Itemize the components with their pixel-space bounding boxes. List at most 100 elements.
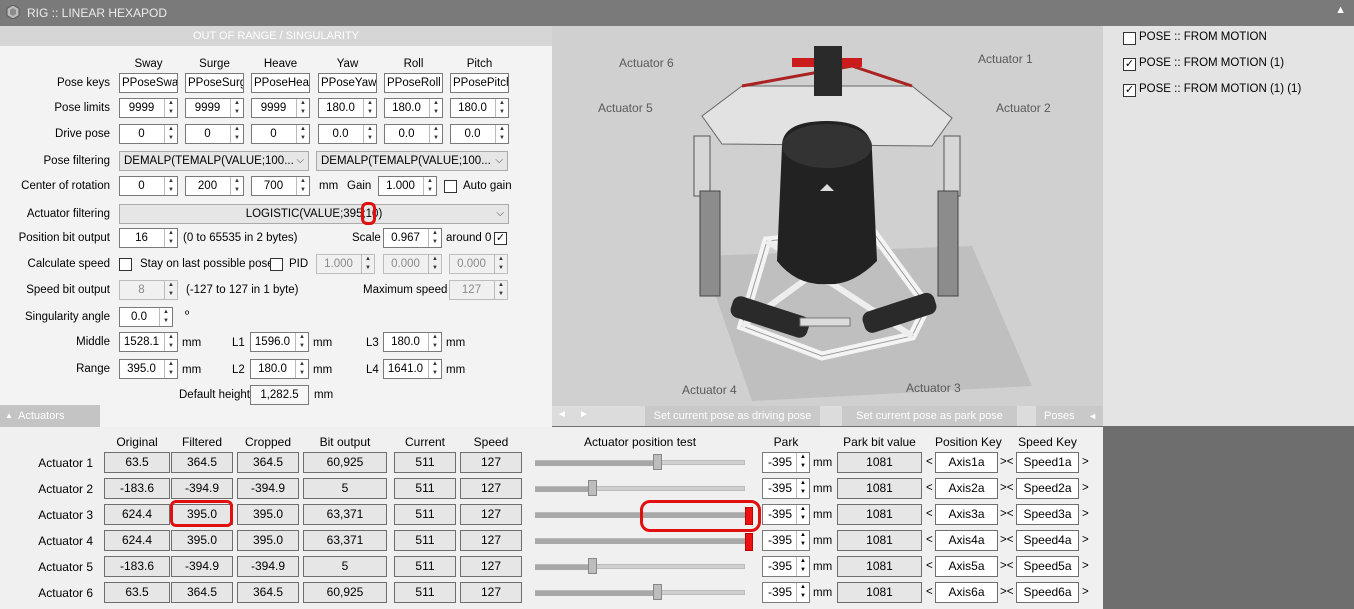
spin-arrows-icon[interactable]: ▲ ▼: [164, 125, 177, 143]
spin-arrows-icon[interactable]: ▲ ▼: [361, 255, 374, 273]
spin-arrows-icon[interactable]: ▲ ▼: [159, 308, 172, 326]
spin-arrows-icon[interactable]: ▲ ▼: [429, 99, 442, 117]
spin-arrows-icon[interactable]: ▲ ▼: [296, 177, 309, 195]
park-spinbox[interactable]: -395 ▲ ▼: [762, 452, 810, 473]
spin-arrows-icon[interactable]: ▲ ▼: [230, 125, 243, 143]
pose-checkbox[interactable]: ✓: [1123, 58, 1136, 71]
spin-arrows-icon[interactable]: ▲ ▼: [164, 177, 177, 195]
position-test-slider[interactable]: [535, 529, 757, 553]
position-bit-spinbox[interactable]: 16 ▲ ▼: [119, 228, 178, 248]
slider-thumb[interactable]: [588, 480, 597, 496]
spin-arrows-icon[interactable]: ▲ ▼: [428, 229, 441, 247]
pid-checkbox[interactable]: [270, 258, 283, 271]
pid-spinbox-1[interactable]: 1.000 ▲ ▼: [316, 254, 375, 274]
spin-arrows-icon[interactable]: ▲ ▼: [796, 479, 809, 498]
spin-arrows-icon[interactable]: ▲ ▼: [423, 177, 436, 195]
poses-tab[interactable]: Poses ◄: [1036, 406, 1103, 426]
spin-arrows-icon[interactable]: ▲ ▼: [296, 99, 309, 117]
pose-list-item[interactable]: POSE :: FROM MOTION: [1123, 31, 1343, 47]
slider-thumb[interactable]: [653, 584, 662, 600]
position-test-slider[interactable]: [535, 477, 757, 501]
next-arrow-icon[interactable]: ►: [579, 409, 589, 420]
l3-spinbox[interactable]: 180.0 ▲ ▼: [383, 332, 442, 352]
pose-filtering-dropdown-left[interactable]: DEMALP(TEMALP(VALUE;100... ⌵: [119, 151, 309, 171]
spin-arrows-icon[interactable]: ▲ ▼: [494, 255, 507, 273]
spin-arrows-icon[interactable]: ▲ ▼: [428, 333, 441, 351]
pose-key-input-3[interactable]: PPoseHeave: [251, 73, 310, 93]
spin-arrows-icon[interactable]: ▲ ▼: [295, 360, 308, 378]
spin-arrows-icon[interactable]: ▲ ▼: [428, 255, 441, 273]
park-spinbox[interactable]: -395 ▲ ▼: [762, 582, 810, 603]
singularity-angle-spinbox[interactable]: 0.0 ▲ ▼: [119, 307, 173, 327]
prev-arrow-icon[interactable]: ◄: [557, 409, 567, 420]
calculate-speed-checkbox[interactable]: [119, 258, 132, 271]
pose-limit-spinbox-5[interactable]: 180.0 ▲ ▼: [384, 98, 443, 118]
spin-arrows-icon[interactable]: ▲ ▼: [495, 99, 508, 117]
drive-pose-spinbox-3[interactable]: 0 ▲ ▼: [251, 124, 310, 144]
position-key-input[interactable]: Axis3a: [935, 504, 998, 525]
drive-pose-spinbox-5[interactable]: 0.0 ▲ ▼: [384, 124, 443, 144]
pose-key-input-6[interactable]: PPosePitch: [450, 73, 509, 93]
center-rotation-spinbox-3[interactable]: 700 ▲ ▼: [251, 176, 310, 196]
max-speed-spinbox[interactable]: 127 ▲ ▼: [449, 280, 508, 300]
spin-arrows-icon[interactable]: ▲ ▼: [796, 557, 809, 576]
slider-thumb[interactable]: [745, 533, 753, 551]
spin-arrows-icon[interactable]: ▲ ▼: [296, 125, 309, 143]
park-spinbox[interactable]: -395 ▲ ▼: [762, 556, 810, 577]
spin-arrows-icon[interactable]: ▲ ▼: [230, 177, 243, 195]
pose-limit-spinbox-2[interactable]: 9999 ▲ ▼: [185, 98, 244, 118]
pid-spinbox-3[interactable]: 0.000 ▲ ▼: [449, 254, 508, 274]
spin-arrows-icon[interactable]: ▲ ▼: [363, 125, 376, 143]
range-spinbox[interactable]: 395.0 ▲ ▼: [119, 359, 178, 379]
pose-checkbox[interactable]: ✓: [1123, 84, 1136, 97]
pose-limit-spinbox-1[interactable]: 9999 ▲ ▼: [119, 98, 178, 118]
pose-key-input-2[interactable]: PPoseSurge: [185, 73, 244, 93]
spin-arrows-icon[interactable]: ▲ ▼: [295, 333, 308, 351]
spin-arrows-icon[interactable]: ▲ ▼: [363, 99, 376, 117]
park-spinbox[interactable]: -395 ▲ ▼: [762, 504, 810, 525]
spin-arrows-icon[interactable]: ▲ ▼: [429, 125, 442, 143]
position-test-slider[interactable]: [535, 555, 757, 579]
center-rotation-spinbox-2[interactable]: 200 ▲ ▼: [185, 176, 244, 196]
position-key-input[interactable]: Axis1a: [935, 452, 998, 473]
hexapod-3d-view[interactable]: Actuator 6 Actuator 1 Actuator 5 Actuato…: [552, 26, 1103, 406]
center-rotation-spinbox-1[interactable]: 0 ▲ ▼: [119, 176, 178, 196]
spin-arrows-icon[interactable]: ▲ ▼: [164, 281, 177, 299]
pose-limit-spinbox-3[interactable]: 9999 ▲ ▼: [251, 98, 310, 118]
position-key-input[interactable]: Axis4a: [935, 530, 998, 551]
spin-arrows-icon[interactable]: ▲ ▼: [428, 360, 441, 378]
pose-checkbox[interactable]: [1123, 32, 1136, 45]
actuator-filtering-dropdown[interactable]: LOGISTIC(VALUE;395;10) ⌵: [119, 204, 509, 224]
position-test-slider[interactable]: [535, 451, 757, 475]
drive-pose-spinbox-6[interactable]: 0.0 ▲ ▼: [450, 124, 509, 144]
spin-arrows-icon[interactable]: ▲ ▼: [164, 229, 177, 247]
collapse-up-icon[interactable]: ▲: [1335, 4, 1346, 16]
set-park-pose-button[interactable]: Set current pose as park pose: [842, 406, 1017, 426]
spin-arrows-icon[interactable]: ▲ ▼: [796, 583, 809, 602]
spin-arrows-icon[interactable]: ▲ ▼: [494, 281, 507, 299]
gain-spinbox[interactable]: 1.000 ▲ ▼: [378, 176, 437, 196]
position-key-input[interactable]: Axis6a: [935, 582, 998, 603]
park-spinbox[interactable]: -395 ▲ ▼: [762, 478, 810, 499]
l2-spinbox[interactable]: 180.0 ▲ ▼: [250, 359, 309, 379]
pose-list-item[interactable]: ✓ POSE :: FROM MOTION (1): [1123, 57, 1343, 73]
pose-key-input-1[interactable]: PPoseSway: [119, 73, 178, 93]
pose-list-item[interactable]: ✓ POSE :: FROM MOTION (1) (1): [1123, 83, 1343, 99]
speed-key-input[interactable]: Speed4a: [1016, 530, 1079, 551]
scale-spinbox[interactable]: 0.967 ▲ ▼: [383, 228, 442, 248]
pid-spinbox-2[interactable]: 0.000 ▲ ▼: [383, 254, 442, 274]
middle-spinbox[interactable]: 1528.1 ▲ ▼: [119, 332, 178, 352]
set-driving-pose-button[interactable]: Set current pose as driving pose: [645, 406, 820, 426]
slider-thumb[interactable]: [653, 454, 662, 470]
speed-key-input[interactable]: Speed3a: [1016, 504, 1079, 525]
speed-bit-spinbox[interactable]: 8 ▲ ▼: [119, 280, 178, 300]
slider-thumb[interactable]: [588, 558, 597, 574]
spin-arrows-icon[interactable]: ▲ ▼: [796, 531, 809, 550]
position-key-input[interactable]: Axis2a: [935, 478, 998, 499]
position-test-slider[interactable]: [535, 581, 757, 605]
spin-arrows-icon[interactable]: ▲ ▼: [796, 505, 809, 524]
pose-limit-spinbox-4[interactable]: 180.0 ▲ ▼: [318, 98, 377, 118]
actuators-tab[interactable]: ▲ Actuators: [0, 405, 100, 427]
pose-filtering-dropdown-right[interactable]: DEMALP(TEMALP(VALUE;100... ⌵: [316, 151, 508, 171]
l1-spinbox[interactable]: 1596.0 ▲ ▼: [250, 332, 309, 352]
